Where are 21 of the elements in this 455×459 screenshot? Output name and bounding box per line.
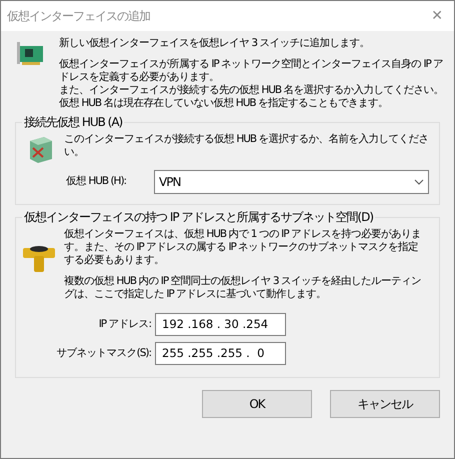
chevron-down-icon	[414, 179, 424, 185]
dialog-button[interactable]: キャンセル	[330, 390, 440, 418]
hub-description: このインターフェイスが接続する仮想 HUB を選択するか、名前を入力してください。	[64, 133, 429, 160]
pipe-tee-icon	[22, 244, 56, 274]
field-label: サブネットマスク(S):	[56, 346, 152, 361]
ip-input-field[interactable]: 192 .168 . 30 .254	[155, 313, 286, 336]
dialog-button[interactable]: OK	[202, 390, 312, 418]
intro-text: 仮想 HUB 名は現在存在していない仮想 HUB を指定することもできます。	[59, 97, 389, 110]
intro-heading: 新しい仮想インターフェイスを仮想レイヤ 3 スイッチに追加します。	[59, 37, 370, 50]
hub-dropdown[interactable]: VPN	[154, 170, 429, 194]
field-label: 仮想 HUB (H):	[66, 174, 128, 190]
ip-input-field[interactable]: 255 .255 .255 . 0	[155, 342, 286, 365]
group-title: 仮想インターフェイスの持つ IP アドレスと所属するサブネット空間(D)	[22, 209, 376, 225]
group-title: 接続先仮想 HUB (A)	[22, 114, 124, 130]
window-title: 仮想インターフェイスの追加	[7, 8, 150, 25]
field-label: IP アドレス:	[98, 316, 152, 332]
ip-description: 仮想インターフェイスは、仮想 HUB 内で 1 つの IP アドレスを持つ必要があります。また、その IP アドレスの属する IP ネットワークのサブネットマスクを指定する必要もあります。	[64, 228, 422, 267]
intro-text: また、インターフェイスが接続する先の仮想 HUB 名を選択するか入力してください。	[59, 84, 444, 97]
ip-description: 複数の仮想 HUB 内の IP 空間同士の仮想レイヤ 3 スイッチを経由したルーティングは、ここで指定した IP アドレスに基づいて動作します。	[64, 275, 422, 301]
network-card-icon	[15, 41, 45, 67]
intro-text: 仮想インターフェイスが所属する IP ネットワーク空間とインターフェイス自身の IP アドレスを定義する必要があります。	[59, 58, 444, 84]
